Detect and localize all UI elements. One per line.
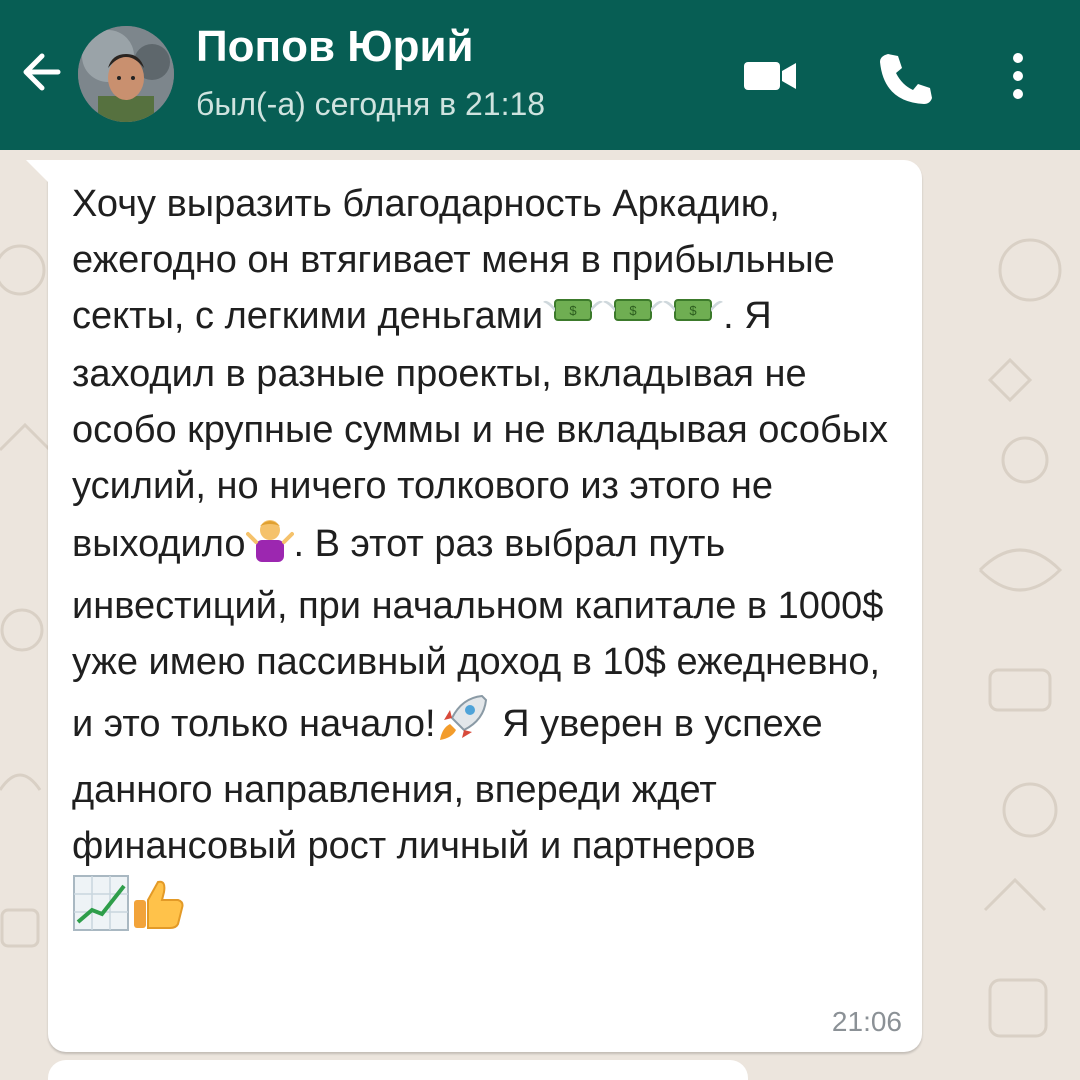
svg-text:$: $ [629,303,637,318]
bubble-tail [26,160,50,184]
next-message-bubble-edge [48,1060,748,1080]
chat-header: Попов Юрий был(-а) сегодня в 21:18 [0,0,1080,150]
money-with-wings-icon: $ [543,290,604,346]
thumbs-up-icon [130,874,188,948]
chart-increasing-icon [72,874,130,948]
svg-text:$: $ [569,303,577,318]
rocket-icon [436,690,492,762]
phone-call-icon[interactable] [870,44,934,108]
contact-name[interactable]: Попов Юрий [196,22,474,72]
message-time: 21:06 [831,1006,902,1037]
money-with-wings-icon: $ [663,290,724,346]
contact-avatar[interactable] [78,26,174,122]
money-with-wings-icon: $ [603,290,664,346]
person-shrugging-icon [245,514,294,578]
svg-text:$: $ [689,303,697,318]
video-call-icon[interactable] [738,44,802,108]
back-arrow-icon[interactable] [14,40,78,104]
last-seen-status: был(-а) сегодня в 21:18 [196,86,546,122]
incoming-message-bubble[interactable]: Хочу выразить благодарность Аркадию, еже… [26,160,922,1052]
more-options-icon[interactable] [988,44,1048,108]
message-text: Хочу выразить благодарность Аркадию, еже… [72,176,902,948]
